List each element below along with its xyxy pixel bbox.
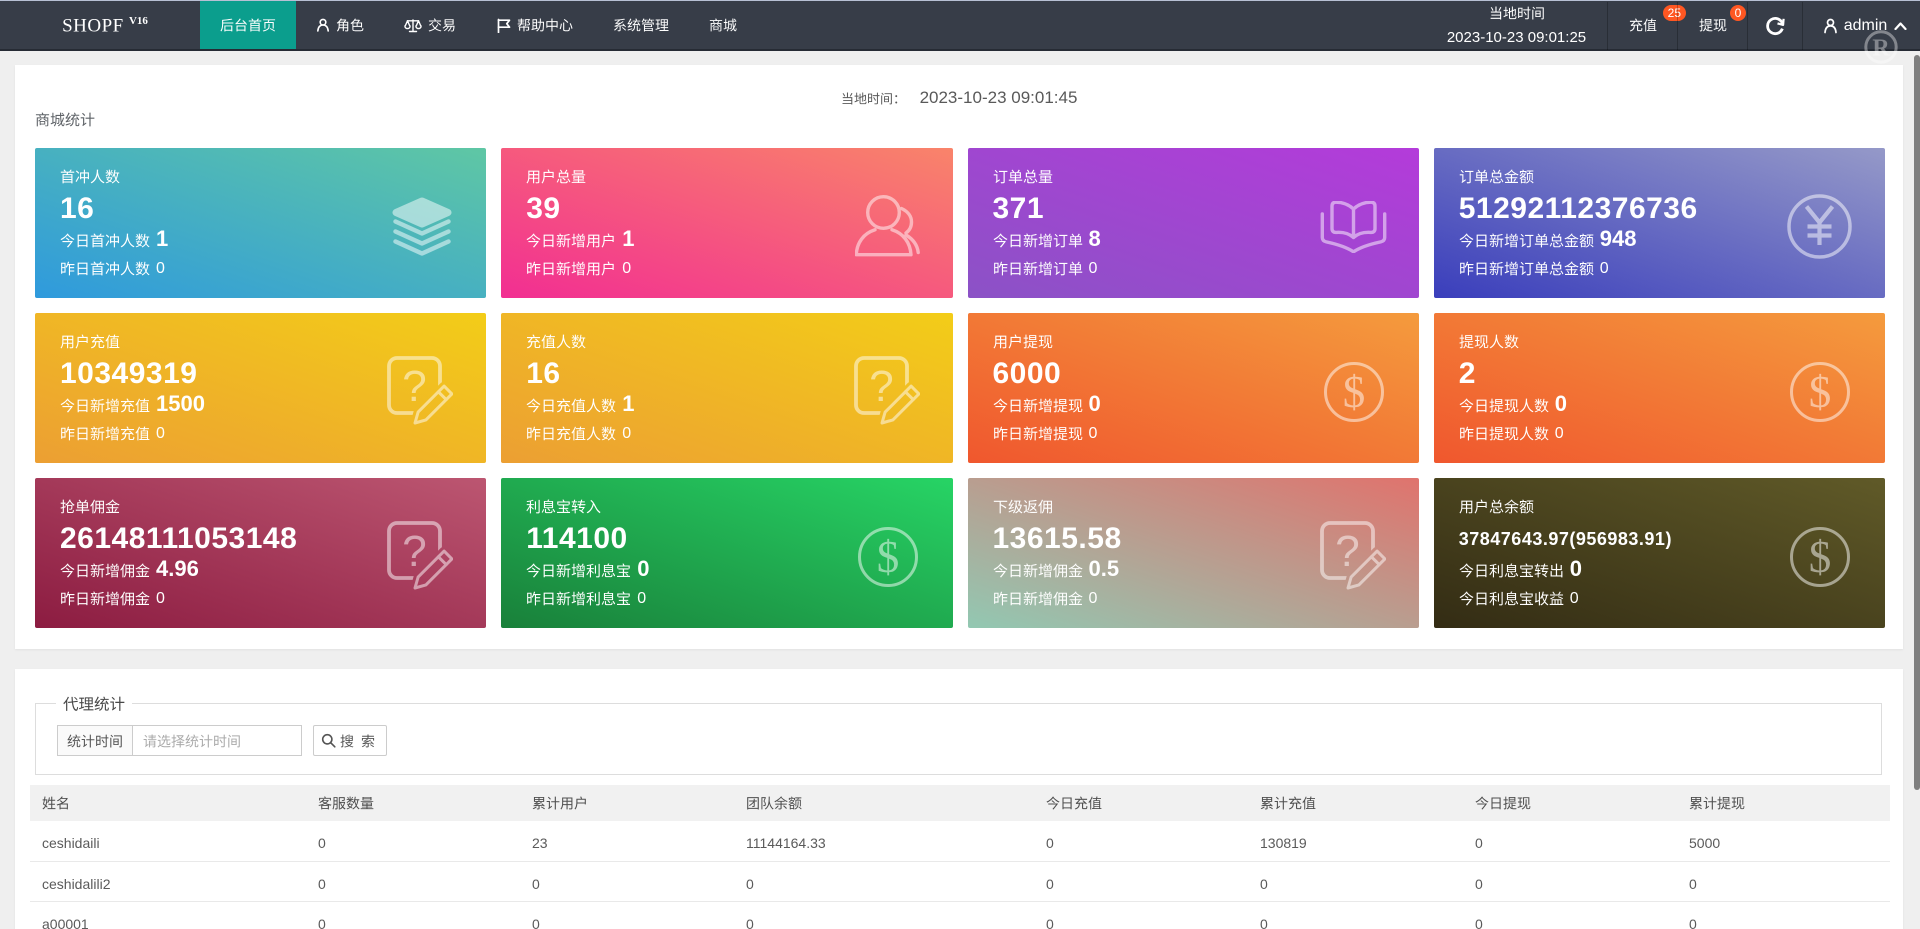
svg-text:R: R [1872, 36, 1890, 62]
